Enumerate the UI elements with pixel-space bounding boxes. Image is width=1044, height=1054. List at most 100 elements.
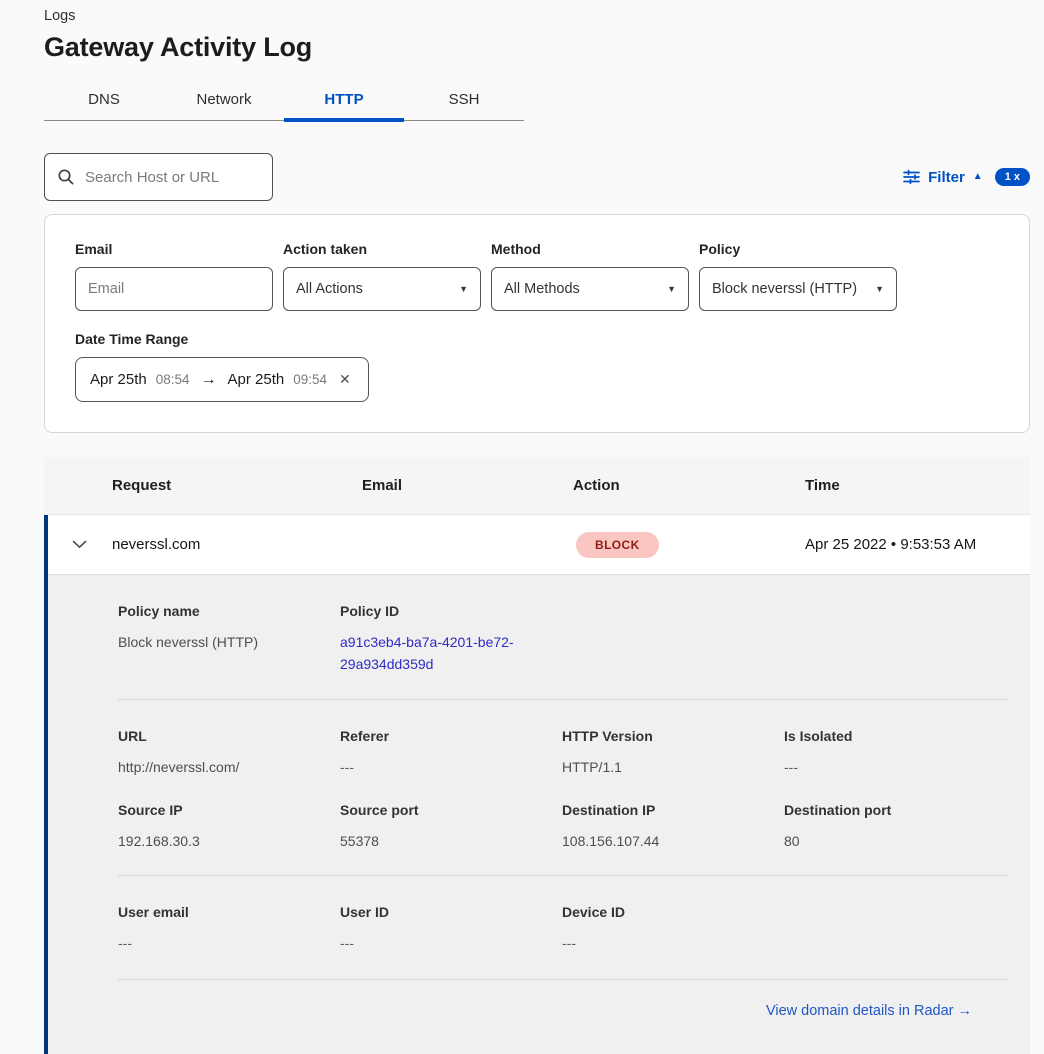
arrow-right-icon: → [199,371,219,389]
method-group: Method All Methods ▼ [491,241,689,311]
tab-network[interactable]: Network [164,79,284,120]
chevron-down-icon: ▼ [875,284,884,294]
tab-ssh[interactable]: SSH [404,79,524,120]
filter-button[interactable]: Filter [928,169,965,186]
search-box[interactable] [44,153,273,201]
column-header-time: Time [805,477,1030,494]
status-badge: BLOCK [576,532,659,558]
filter-cluster: Filter ▲ 1 x [903,168,1030,186]
range-start-time[interactable]: 08:54 [156,372,190,387]
filter-count-badge[interactable]: 1 x [995,168,1030,186]
row-details-panel: Policy name Block neverssl (HTTP) Policy… [44,575,1030,1054]
device-id-label: Device ID [562,904,784,920]
user-email-value: --- [118,933,340,953]
action-taken-group: Action taken All Actions ▼ [283,241,481,311]
policy-section: Policy name Block neverssl (HTTP) Policy… [118,575,1008,699]
source-ip-field: Source IP 192.168.30.3 [118,802,340,851]
destination-port-field: Destination port 80 [784,802,1008,851]
chevron-down-icon: ▼ [667,284,676,294]
destination-port-label: Destination port [784,802,1008,818]
method-select[interactable]: All Methods ▼ [491,267,689,311]
clear-date-range-icon[interactable]: ✕ [339,371,351,388]
is-isolated-value: --- [784,757,1008,777]
http-version-field: HTTP Version HTTP/1.1 [562,728,784,777]
policy-value: Block neverssl (HTTP) [712,281,857,297]
referer-label: Referer [340,728,562,744]
policy-label: Policy [699,241,897,257]
range-end-date[interactable]: Apr 25th [228,371,285,388]
method-label: Method [491,241,689,257]
date-range-group: Date Time Range Apr 25th 08:54 → Apr 25t… [75,331,999,402]
policy-select[interactable]: Block neverssl (HTTP) ▼ [699,267,897,311]
row-expand-toggle[interactable] [44,540,112,549]
email-filter-input[interactable] [75,267,273,311]
source-ip-value: 192.168.30.3 [118,831,340,851]
tab-http[interactable]: HTTP [284,79,404,120]
search-icon [57,168,75,186]
column-header-email: Email [362,477,573,494]
user-id-value: --- [340,933,562,953]
referer-value: --- [340,757,562,777]
row-time: Apr 25 2022 • 9:53:53 AM [805,536,1030,553]
breadcrumb[interactable]: Logs [44,6,1030,24]
email-filter-label: Email [75,241,273,257]
source-port-field: Source port 55378 [340,802,562,851]
date-range-field[interactable]: Apr 25th 08:54 → Apr 25th 09:54 ✕ [75,357,369,402]
policy-id-field: Policy ID a91c3eb4-ba7a-4201-be72-29a934… [340,603,562,675]
policy-id-label: Policy ID [340,603,562,619]
user-email-field: User email --- [118,904,340,953]
log-type-tabs: DNS Network HTTP SSH [44,79,524,121]
action-taken-value: All Actions [296,281,363,297]
user-id-label: User ID [340,904,562,920]
policy-group: Policy Block neverssl (HTTP) ▼ [699,241,897,311]
policy-name-field: Policy name Block neverssl (HTTP) [118,603,340,675]
is-isolated-field: Is Isolated --- [784,728,1008,777]
action-taken-select[interactable]: All Actions ▼ [283,267,481,311]
url-label: URL [118,728,340,744]
request-section: URL http://neverssl.com/ Referer --- HTT… [118,700,1008,875]
referer-field: Referer --- [340,728,562,777]
policy-id-link[interactable]: a91c3eb4-ba7a-4201-be72-29a934dd359d [340,632,540,675]
method-value: All Methods [504,281,580,297]
column-header-request: Request [112,477,362,494]
tab-dns[interactable]: DNS [44,79,164,120]
device-id-value: --- [562,933,784,953]
is-isolated-label: Is Isolated [784,728,1008,744]
destination-port-value: 80 [784,831,1008,851]
destination-ip-value: 108.156.107.44 [562,831,784,851]
date-range-label: Date Time Range [75,331,999,347]
url-value: http://neverssl.com/ [118,757,340,777]
chevron-down-icon [72,540,87,549]
radar-link-row: View domain details in Radar → [118,980,1008,1054]
toolbar: Filter ▲ 1 x [44,153,1030,201]
range-start-date[interactable]: Apr 25th [90,371,147,388]
activity-log-table: Request Email Action Time neverssl.com B… [44,457,1030,1054]
device-id-field: Device ID --- [562,904,784,953]
source-ip-label: Source IP [118,802,340,818]
policy-name-label: Policy name [118,603,340,619]
page-title: Gateway Activity Log [44,32,1030,63]
filter-collapse-icon[interactable]: ▲ [973,172,983,182]
row-request: neverssl.com [112,536,362,553]
filter-panel: Email Action taken All Actions ▼ Method … [44,214,1030,433]
column-header-action: Action [573,477,805,494]
view-in-radar-link[interactable]: View domain details in Radar → [766,1003,972,1019]
gateway-activity-log-page: Logs Gateway Activity Log DNS Network HT… [0,0,1044,1054]
chevron-down-icon: ▼ [459,284,468,294]
table-row[interactable]: neverssl.com BLOCK Apr 25 2022 • 9:53:53… [44,515,1030,575]
filter-sliders-icon [903,169,920,185]
url-field: URL http://neverssl.com/ [118,728,340,777]
user-email-label: User email [118,904,340,920]
http-version-label: HTTP Version [562,728,784,744]
source-port-label: Source port [340,802,562,818]
user-section: User email --- User ID --- Device ID --- [118,876,1008,979]
user-id-field: User ID --- [340,904,562,953]
action-taken-label: Action taken [283,241,481,257]
search-input[interactable] [85,169,260,186]
email-filter-group: Email [75,241,273,311]
destination-ip-label: Destination IP [562,802,784,818]
table-header-row: Request Email Action Time [44,457,1030,515]
http-version-value: HTTP/1.1 [562,757,784,777]
policy-name-value: Block neverssl (HTTP) [118,632,340,652]
range-end-time[interactable]: 09:54 [293,372,327,387]
